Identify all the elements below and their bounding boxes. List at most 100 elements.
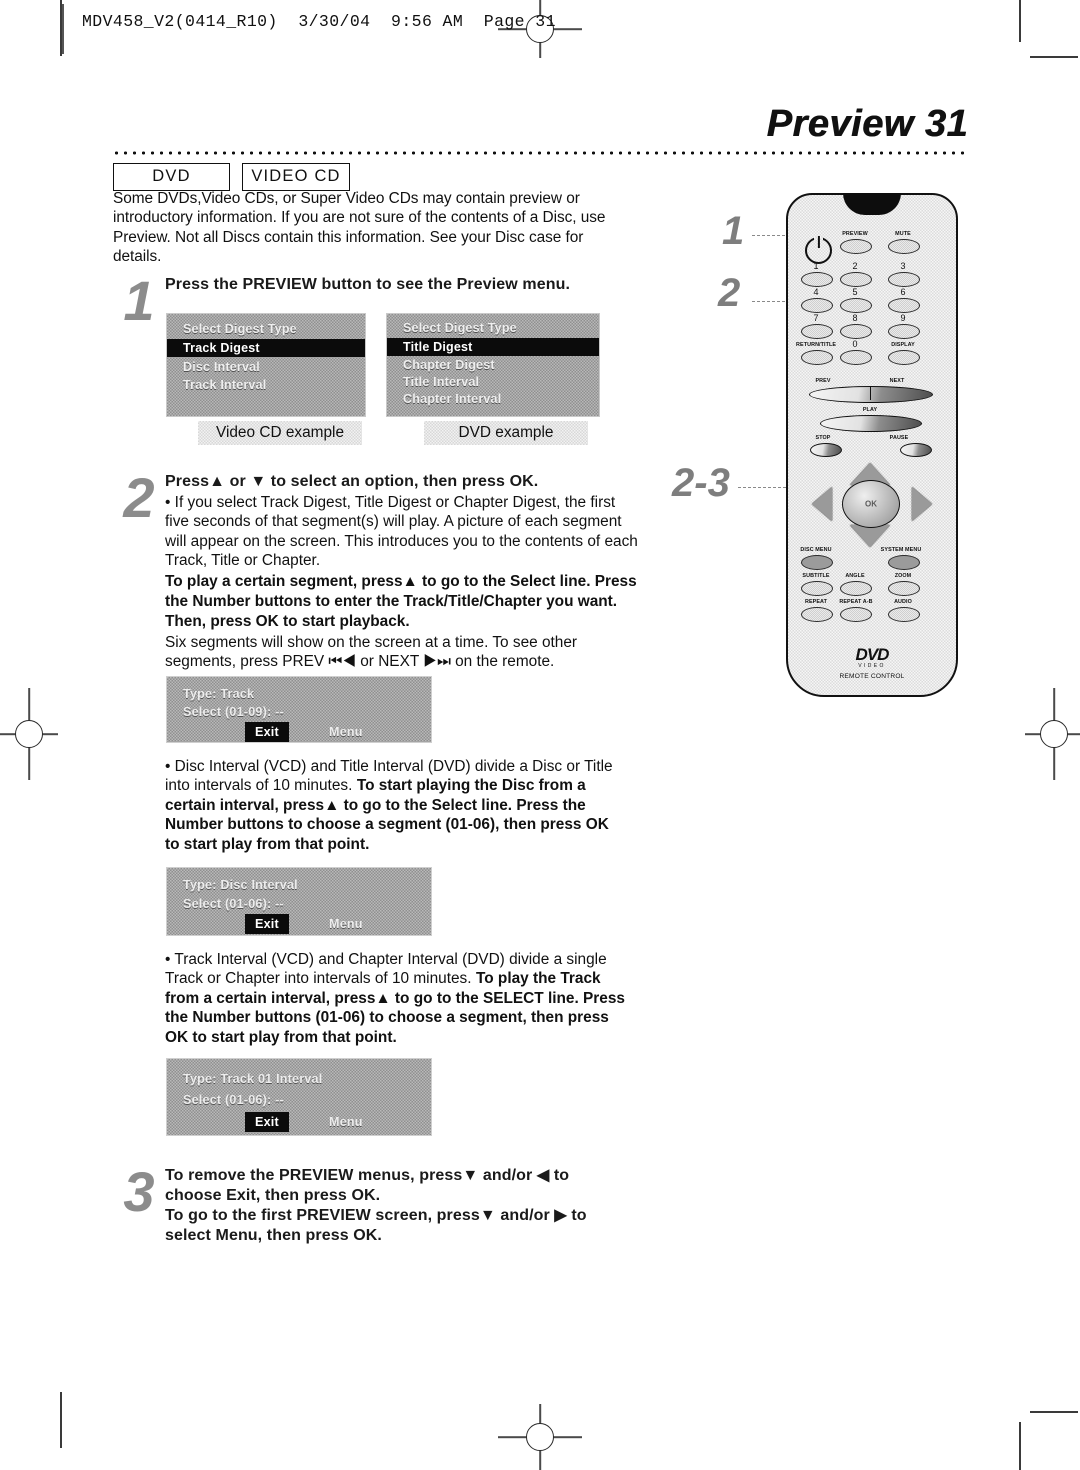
step-2-paragraph-2: To play a certain segment, press▲ to go …: [165, 572, 637, 630]
number-2-button[interactable]: [840, 272, 872, 287]
dvd-video-logo: DVD VIDEO REMOTE CONTROL: [839, 646, 905, 680]
remote-control-caption: REMOTE CONTROL: [839, 673, 905, 680]
system-menu-button[interactable]: [888, 555, 920, 570]
stop-label: STOP: [815, 435, 831, 441]
number-2-label: 2: [852, 261, 858, 271]
callout-2: 2: [718, 271, 741, 315]
step-3-number: 3: [123, 1160, 155, 1223]
number-3-button[interactable]: [888, 272, 920, 287]
next-label: NEXT: [889, 378, 905, 384]
crop-mark-bottom-left-vertical: [60, 1392, 62, 1448]
pause-button[interactable]: [900, 443, 932, 457]
arrow-right-button[interactable]: [912, 487, 932, 521]
scan-header-rule: [62, 4, 64, 54]
registration-mark-bottom-center: [498, 1404, 582, 1470]
number-4-button[interactable]: [801, 298, 833, 313]
display-button[interactable]: [888, 350, 920, 365]
system-menu-label: SYSTEM MENU: [880, 547, 922, 553]
osd-box-disc-interval-type: Type: Disc Interval: [183, 878, 298, 892]
subtitle-label: SUBTITLE: [802, 573, 830, 579]
number-5-button[interactable]: [840, 298, 872, 313]
zoom-button[interactable]: [888, 581, 920, 596]
disc-menu-button[interactable]: [801, 555, 833, 570]
scan-header-text: MDV458_V2(0414_R10) 3/30/04 9:56 AM Page…: [82, 12, 556, 31]
osd-box-disc-interval-menu-button[interactable]: Menu: [319, 914, 373, 934]
repeat-ab-label: REPEAT A-B: [839, 599, 873, 605]
menu-item-vcd-0: Select Digest Type: [183, 322, 297, 336]
angle-button[interactable]: [840, 581, 872, 596]
osd-box-track-menu-button[interactable]: Menu: [319, 722, 373, 742]
ir-emitter: [843, 193, 901, 215]
number-6-button[interactable]: [888, 298, 920, 313]
arrow-down-button[interactable]: [850, 525, 890, 547]
step-1-number: 1: [123, 269, 155, 332]
stop-button[interactable]: [810, 443, 842, 457]
number-1-button[interactable]: [801, 272, 833, 287]
number-8-button[interactable]: [840, 324, 872, 339]
step-3-heading-line-4: select Menu, then press OK.: [165, 1227, 382, 1244]
disc-type-badges: DVD VIDEO CD: [113, 163, 350, 191]
osd-box-track-select: Select (01-09): --: [183, 705, 284, 719]
osd-box-track-interval: Type: Track 01 Interval Select (01-06): …: [166, 1058, 432, 1136]
intro-paragraph: Some DVDs,Video CDs, or Super Video CDs …: [113, 190, 606, 266]
preview-button[interactable]: [840, 239, 872, 254]
number-7-button[interactable]: [801, 324, 833, 339]
arrow-left-button[interactable]: [812, 487, 832, 521]
badge-video-cd: VIDEO CD: [242, 163, 350, 191]
step-3-heading-line-2: choose Exit, then press OK.: [165, 1187, 381, 1204]
scan-header-bar: MDV458_V2(0414_R10) 3/30/04 9:56 AM Page…: [0, 0, 1080, 58]
audio-button[interactable]: [888, 607, 920, 622]
remote-body: PREVIEW MUTE 1 2 3 4 5 6 7 8 9 RETURN/TI…: [786, 193, 958, 697]
osd-box-track-interval-select: Select (01-06): --: [183, 1093, 284, 1107]
prev-next-divider: [870, 387, 872, 400]
preview-label: PREVIEW: [842, 231, 868, 237]
pause-label: PAUSE: [889, 435, 909, 441]
repeat-label: REPEAT: [804, 599, 828, 605]
angle-label: ANGLE: [845, 573, 865, 579]
repeat-ab-button[interactable]: [840, 607, 872, 622]
callout-2-3: 2-3: [672, 461, 730, 505]
osd-box-disc-interval-select: Select (01-06): --: [183, 897, 284, 911]
step-2-number: 2: [123, 466, 155, 529]
menu-item-dvd-0: Select Digest Type: [403, 321, 517, 335]
display-label: DISPLAY: [891, 342, 915, 348]
menu-item-dvd-1: Title Digest: [387, 338, 599, 356]
number-4-label: 4: [813, 287, 819, 297]
osd-box-disc-interval-exit-button[interactable]: Exit: [245, 914, 289, 934]
badge-dvd: DVD: [113, 163, 230, 191]
number-0-button[interactable]: [840, 350, 872, 365]
number-8-label: 8: [852, 313, 858, 323]
registration-mark-left: [0, 688, 58, 780]
play-label: PLAY: [862, 407, 878, 413]
return-title-button[interactable]: [801, 350, 833, 365]
osd-box-track-interval-exit-button[interactable]: Exit: [245, 1112, 289, 1132]
step-1-heading: Press the PREVIEW button to see the Prev…: [165, 276, 570, 293]
menu-item-vcd-3: Track Interval: [183, 378, 267, 392]
disc-menu-label: DISC MENU: [800, 547, 832, 553]
subtitle-button[interactable]: [801, 581, 833, 596]
mute-label: MUTE: [895, 231, 911, 237]
menu-item-dvd-3: Title Interval: [403, 375, 480, 389]
number-6-label: 6: [900, 287, 906, 297]
number-9-label: 9: [900, 313, 906, 323]
caption-dvd-example: DVD example: [424, 421, 588, 445]
repeat-button[interactable]: [801, 607, 833, 622]
registration-mark-right: [1025, 688, 1080, 780]
osd-box-track-interval-type: Type: Track 01 Interval: [183, 1072, 323, 1086]
osd-box-track-exit-button[interactable]: Exit: [245, 722, 289, 742]
osd-box-track-interval-menu-button[interactable]: Menu: [319, 1112, 373, 1132]
ok-button[interactable]: OK: [842, 480, 900, 528]
play-button[interactable]: [820, 415, 922, 432]
mute-button[interactable]: [888, 239, 920, 254]
prev-label: PREV: [815, 378, 831, 384]
power-icon[interactable]: [805, 237, 832, 264]
number-9-button[interactable]: [888, 324, 920, 339]
osd-box-disc-interval: Type: Disc Interval Select (01-06): -- E…: [166, 867, 432, 936]
osd-box-track: Type: Track Select (01-09): -- Exit Menu: [166, 676, 432, 743]
step-2-paragraph-1: • If you select Track Digest, Title Dige…: [165, 494, 638, 570]
page-title: Preview 31: [766, 103, 968, 145]
step-3-heading-line-3: To go to the first PREVIEW screen, press…: [165, 1207, 587, 1224]
step-3-heading-line-1: To remove the PREVIEW menus, press▼ and/…: [165, 1167, 570, 1184]
menu-item-dvd-2: Chapter Digest: [403, 358, 495, 372]
number-3-label: 3: [900, 261, 906, 271]
